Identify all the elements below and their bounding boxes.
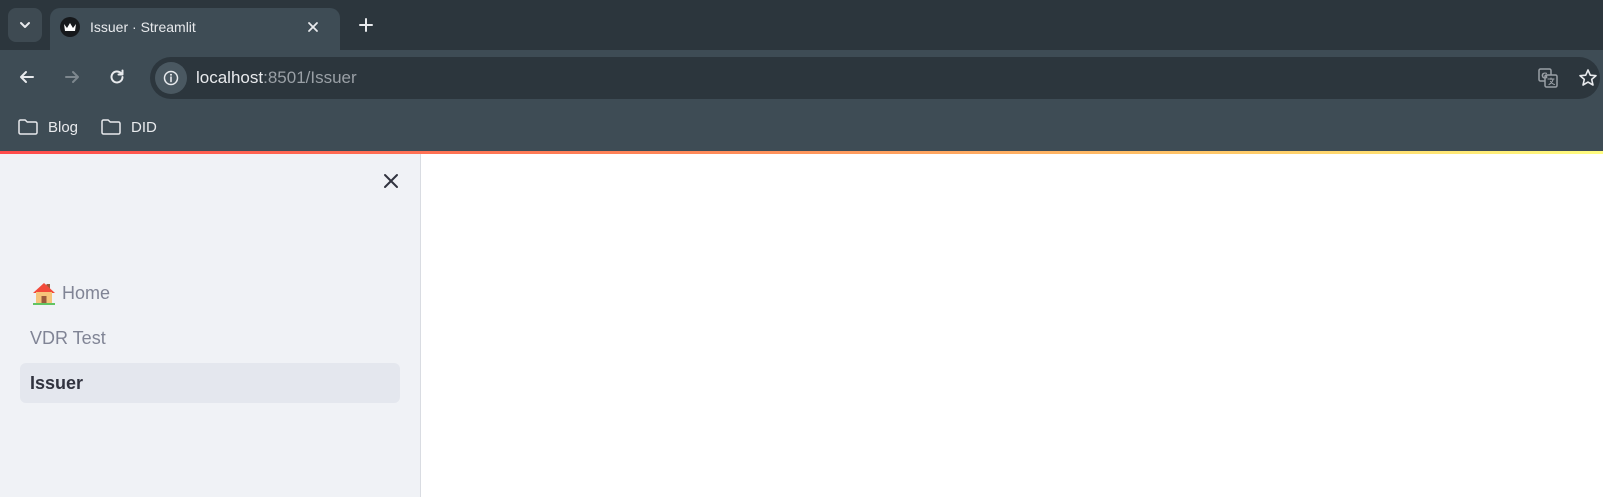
translate-button[interactable]: G bbox=[1534, 64, 1562, 92]
sidebar-item-label: Home bbox=[62, 282, 111, 303]
site-info-button[interactable] bbox=[155, 62, 187, 94]
close-icon bbox=[308, 22, 318, 32]
folder-icon bbox=[18, 119, 38, 135]
sidebar-item-home[interactable]: Home bbox=[20, 273, 400, 313]
forward-button[interactable] bbox=[55, 60, 89, 94]
tab-title: Issuer · Streamlit bbox=[90, 19, 196, 35]
streamlit-crown-icon bbox=[60, 17, 80, 37]
browser-toolbar: localhost:8501/Issuer G bbox=[0, 50, 1603, 105]
new-tab-button[interactable] bbox=[352, 11, 380, 39]
close-tab-button[interactable] bbox=[300, 14, 326, 40]
arrow-right-icon bbox=[65, 71, 79, 83]
browser-tab-active[interactable]: Issuer · Streamlit bbox=[50, 8, 340, 50]
plus-icon bbox=[359, 18, 373, 32]
folder-icon bbox=[101, 119, 121, 135]
tab-search-button[interactable] bbox=[8, 8, 42, 42]
sidebar-item-label: VDR Test bbox=[30, 327, 106, 348]
main-content bbox=[422, 154, 1603, 497]
bookmark-label: DID bbox=[131, 118, 157, 136]
reload-button[interactable] bbox=[100, 60, 134, 94]
bookmark-star-button[interactable] bbox=[1574, 64, 1602, 92]
bookmark-label: Blog bbox=[48, 118, 79, 136]
info-icon bbox=[163, 70, 179, 86]
bookmark-folder-blog[interactable]: Blog bbox=[11, 113, 84, 141]
reload-icon bbox=[110, 69, 124, 84]
bookmark-folder-did[interactable]: DID bbox=[94, 113, 163, 141]
sidebar-item-issuer[interactable]: Issuer bbox=[20, 363, 400, 403]
svg-text:G: G bbox=[1541, 72, 1548, 81]
bookmarks-bar: Blog DID bbox=[0, 105, 1603, 152]
collapse-sidebar-button[interactable] bbox=[377, 167, 405, 195]
sidebar-item-vdr-test[interactable]: VDR Test bbox=[20, 318, 400, 358]
sidebar-item-label: Issuer bbox=[30, 372, 84, 393]
url-text[interactable]: localhost:8501/Issuer bbox=[196, 68, 357, 88]
chevron-down-icon bbox=[20, 22, 30, 28]
url-host: localhost bbox=[196, 68, 264, 87]
back-button[interactable] bbox=[10, 60, 44, 94]
close-icon bbox=[384, 174, 398, 188]
house-emoji-icon bbox=[30, 279, 58, 307]
address-bar[interactable]: localhost:8501/Issuer G bbox=[150, 57, 1600, 99]
arrow-left-icon bbox=[20, 71, 34, 83]
sidebar: Home VDR Test Issuer bbox=[0, 154, 421, 497]
translate-icon: G bbox=[1538, 68, 1558, 88]
browser-tab-strip: Issuer · Streamlit bbox=[0, 0, 1603, 50]
url-path: :8501/Issuer bbox=[263, 68, 357, 87]
star-icon bbox=[1579, 69, 1597, 86]
